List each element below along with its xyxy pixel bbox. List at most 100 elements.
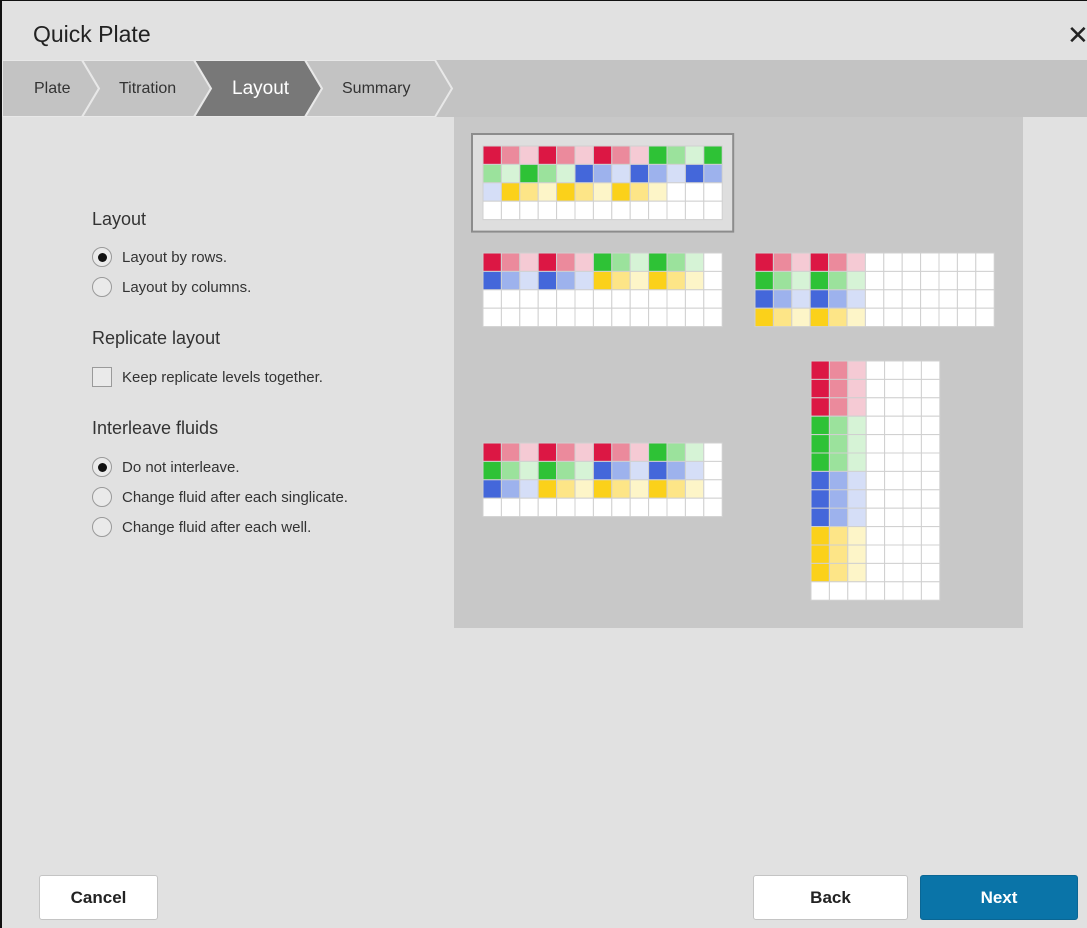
plate-preview-1[interactable]	[471, 133, 735, 233]
plate-well	[828, 544, 849, 564]
plate-well	[703, 270, 723, 291]
replicate-heading: Replicate layout	[92, 328, 221, 348]
radio-layout-by-columns[interactable]: Layout by columns.	[92, 276, 251, 298]
wizard-step-layout[interactable]: Layout	[232, 60, 289, 117]
plate-well	[500, 497, 521, 518]
plate-well	[938, 289, 958, 309]
plate-well	[902, 544, 922, 564]
plate-well	[865, 397, 886, 417]
plate-preview-2[interactable]	[482, 252, 723, 328]
option-label: Change fluid after each singlicate.	[122, 488, 348, 506]
plate-well	[865, 360, 886, 380]
plate-well	[810, 526, 830, 546]
plate-well	[519, 252, 539, 272]
plate-well	[703, 145, 723, 165]
plate-well	[902, 378, 922, 399]
cancel-button[interactable]: Cancel	[39, 875, 158, 920]
plate-well	[920, 289, 940, 309]
plate-well	[592, 442, 613, 462]
plate-preview-5[interactable]	[810, 360, 941, 601]
plate-well	[666, 252, 686, 272]
radio-button[interactable]	[92, 517, 112, 537]
plate-well	[884, 397, 904, 417]
plate-well	[666, 497, 686, 518]
plate-well	[938, 307, 958, 328]
plate-well	[629, 200, 650, 221]
plate-well	[810, 378, 830, 399]
wizard-step-titration[interactable]: Titration	[119, 60, 176, 117]
plate-well	[809, 270, 830, 291]
checkbox[interactable]	[92, 367, 112, 387]
title-bar: Quick Plate ✕	[2, 1, 1087, 59]
plate-preview-3[interactable]	[754, 252, 995, 328]
plate-well	[629, 289, 650, 309]
plate-well	[482, 182, 502, 202]
plate-well	[648, 200, 668, 221]
plate-well	[754, 252, 774, 272]
plate-well	[772, 270, 793, 291]
plate-well	[574, 145, 594, 165]
plate-well	[791, 289, 811, 309]
plate-well	[556, 270, 576, 291]
plate-well	[537, 460, 558, 481]
wizard-step-plate[interactable]: Plate	[34, 60, 70, 117]
plate-well	[847, 526, 867, 546]
radio-button[interactable]	[92, 247, 112, 267]
radio-button[interactable]	[92, 487, 112, 507]
plate-preview-4[interactable]	[482, 442, 723, 518]
plate-well	[884, 489, 904, 509]
plate-well	[519, 307, 539, 328]
plate-well	[772, 289, 793, 309]
plate-well	[902, 434, 922, 454]
radio-button[interactable]	[92, 277, 112, 297]
plate-well	[810, 415, 830, 436]
radio-do-not-interleave[interactable]: Do not interleave.	[92, 456, 240, 478]
radio-button[interactable]	[92, 457, 112, 477]
plate-well	[810, 360, 830, 380]
close-icon[interactable]: ✕	[1067, 21, 1087, 49]
plate-well	[482, 252, 502, 272]
plate-well	[537, 307, 558, 328]
plate-well	[884, 434, 904, 454]
plate-well	[883, 270, 903, 291]
plate-well	[556, 460, 576, 481]
plate-well	[500, 163, 521, 184]
back-button[interactable]: Back	[753, 875, 908, 920]
plate-well	[684, 182, 705, 202]
plate-well	[666, 289, 686, 309]
plate-well	[519, 442, 539, 462]
plate-well	[648, 182, 668, 202]
plate-well	[883, 307, 903, 328]
plate-well	[847, 360, 867, 380]
plate-well	[920, 252, 940, 272]
plate-well	[920, 415, 941, 436]
plate-well	[574, 200, 594, 221]
next-button[interactable]: Next	[920, 875, 1078, 920]
plate-well	[611, 307, 631, 328]
plate-well	[519, 479, 539, 499]
plate-well	[629, 460, 650, 481]
plate-well	[828, 452, 849, 472]
wizard-step-summary[interactable]: Summary	[342, 60, 410, 117]
plate-well	[884, 360, 904, 380]
plate-well	[703, 252, 723, 272]
checkbox-keep-replicates[interactable]: Keep replicate levels together.	[92, 366, 323, 388]
plate-well	[810, 434, 830, 454]
radio-change-after-singlicate[interactable]: Change fluid after each singlicate.	[92, 486, 348, 508]
plate-well	[537, 270, 558, 291]
plate-well	[884, 470, 904, 491]
quick-plate-dialog: Quick Plate ✕ Plate Titration Layout Sum…	[0, 0, 1087, 928]
plate-well	[865, 452, 886, 472]
plate-well	[846, 252, 866, 272]
radio-change-after-well[interactable]: Change fluid after each well.	[92, 516, 311, 538]
plate-well	[920, 452, 941, 472]
plate-well	[648, 270, 668, 291]
plate-well	[684, 163, 705, 184]
plate-well	[884, 581, 904, 601]
plate-well	[865, 489, 886, 509]
plate-well	[666, 442, 686, 462]
plate-well	[791, 270, 811, 291]
radio-layout-by-rows[interactable]: Layout by rows.	[92, 246, 227, 268]
plate-well	[809, 252, 830, 272]
plate-well	[537, 145, 558, 165]
